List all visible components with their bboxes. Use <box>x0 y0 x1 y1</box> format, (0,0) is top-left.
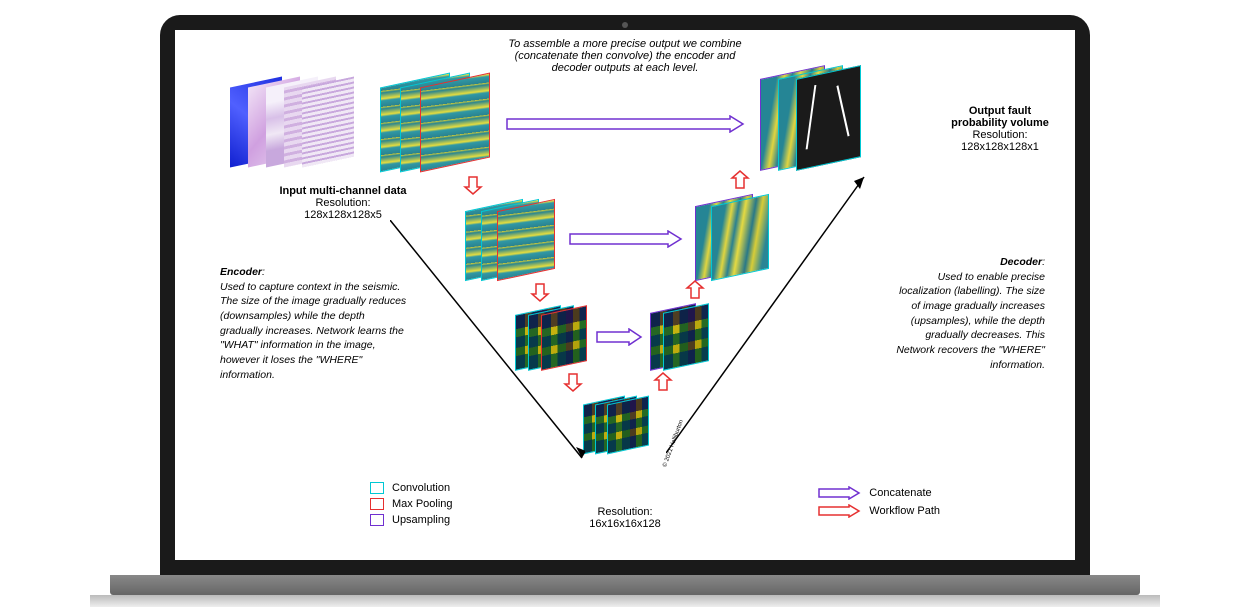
conv-swatch-icon <box>370 482 384 494</box>
maxpool-swatch-icon <box>370 498 384 510</box>
decoder-path-line <box>666 175 866 455</box>
decoder-description: Decoder: Used to enable precise localiza… <box>890 255 1045 373</box>
input-label: Input multi-channel data Resolution: 128… <box>253 185 433 221</box>
encoder-path-line <box>390 220 585 460</box>
input-res-label: Resolution: <box>315 197 370 209</box>
output-label: Output fault probability volume Resoluti… <box>950 105 1050 153</box>
bottleneck-featuremap <box>607 396 649 455</box>
workflow-arrow-icon <box>817 504 861 518</box>
bottleneck-resolution: Resolution: 16x16x16x128 <box>589 506 661 530</box>
output-fault-volume <box>796 65 861 171</box>
upsample-swatch-icon <box>370 514 384 526</box>
encoder-title: Encoder <box>220 266 262 278</box>
output-res-label: Resolution: <box>972 129 1027 141</box>
bottom-res-value: 16x16x16x128 <box>589 518 661 530</box>
concatenate-arrow <box>595 328 643 346</box>
workflow-arrow-down <box>463 175 483 195</box>
encoder-maxpool <box>420 73 490 173</box>
output-res-value: 128x128x128x1 <box>961 141 1039 153</box>
decoder-body: Used to enable precise localization (lab… <box>896 271 1045 371</box>
bottom-res-label: Resolution: <box>597 506 652 518</box>
laptop-screen: To assemble a more precise output we com… <box>175 30 1075 560</box>
encoder-description: Encoder: Used to capture context in the … <box>220 265 410 383</box>
input-channel-tile <box>302 76 354 167</box>
legend-upsample-label: Upsampling <box>392 514 450 526</box>
laptop-frame: To assemble a more precise output we com… <box>160 15 1090 575</box>
input-res-value: 128x128x128x5 <box>304 209 382 221</box>
concat-arrow-icon <box>817 486 861 500</box>
legend-upsample: Upsampling <box>370 514 453 526</box>
legend-concat: Concatenate <box>817 486 940 500</box>
decoder-title: Decoder <box>1000 256 1042 268</box>
laptop-shadow <box>90 595 1160 607</box>
legend-conv: Convolution <box>370 482 453 494</box>
legend-concat-label: Concatenate <box>869 487 931 499</box>
legend-maxpool-label: Max Pooling <box>392 498 453 510</box>
encoder-body: Used to capture context in the seismic. … <box>220 281 406 381</box>
legend-workflow-label: Workflow Path <box>869 505 940 517</box>
legend-arrows: Concatenate Workflow Path <box>817 486 940 522</box>
laptop-camera-icon <box>622 22 628 28</box>
laptop-base <box>110 575 1140 595</box>
concatenate-arrow <box>505 115 745 133</box>
diagram-content: To assemble a more precise output we com… <box>175 30 1075 560</box>
output-title: Output fault probability volume <box>951 105 1049 129</box>
legend-maxpool: Max Pooling <box>370 498 453 510</box>
top-caption: To assemble a more precise output we com… <box>495 38 755 74</box>
legend-workflow: Workflow Path <box>817 504 940 518</box>
legend-operations: Convolution Max Pooling Upsampling <box>370 482 453 530</box>
input-title: Input multi-channel data <box>279 185 406 197</box>
legend-conv-label: Convolution <box>392 482 450 494</box>
